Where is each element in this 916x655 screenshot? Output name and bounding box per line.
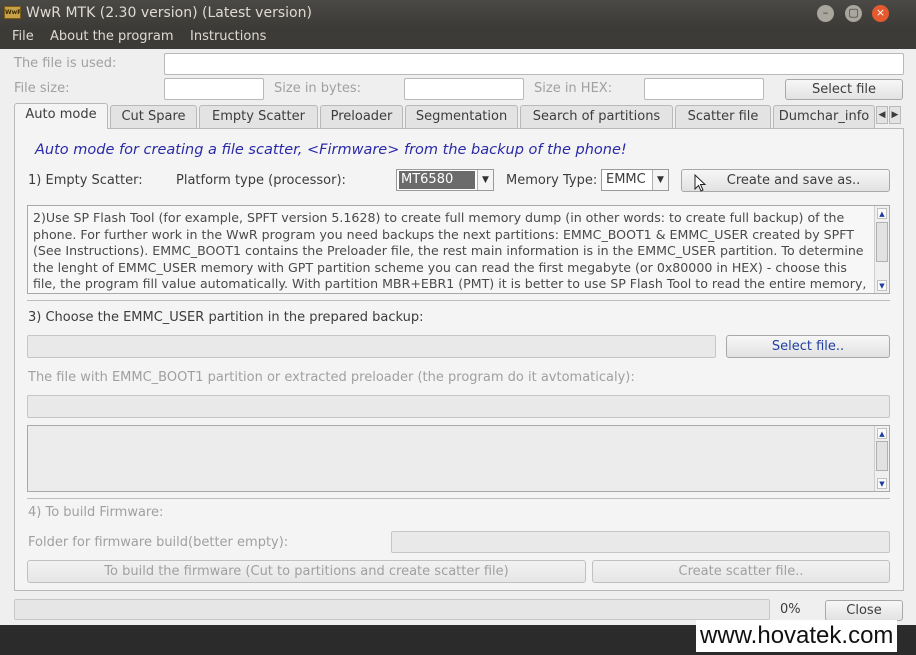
tab-search-partitions[interactable]: Search of partitions (520, 105, 673, 128)
log-scroll-down-icon[interactable]: ▼ (877, 478, 887, 489)
menu-instructions[interactable]: Instructions (190, 29, 266, 44)
scroll-up-icon[interactable]: ▲ (877, 208, 887, 219)
watermark-text: www.hovatek.com (696, 620, 898, 652)
scroll-thumb[interactable] (876, 222, 888, 262)
size-hex-field[interactable] (644, 78, 764, 100)
tab-scroll-left-icon[interactable]: ◀ (876, 106, 888, 124)
size-bytes-label: Size in bytes: (274, 81, 361, 96)
tab-dumchar-info[interactable]: Dumchar_info (773, 105, 875, 128)
menu-about[interactable]: About the program (50, 29, 174, 44)
tab-auto-mode[interactable]: Auto mode (14, 103, 108, 129)
progress-percent: 0% (780, 602, 801, 617)
tab-preloader[interactable]: Preloader (320, 105, 403, 128)
divider (27, 498, 890, 499)
step4-label: 4) To build Firmware: (28, 505, 164, 520)
log-scroll-up-icon[interactable]: ▲ (877, 428, 887, 439)
folder-label: Folder for firmware build(better empty): (28, 535, 289, 550)
folder-field[interactable] (391, 531, 890, 553)
memory-type-value: EMMC (606, 172, 646, 187)
tab-scatter-file[interactable]: Scatter file (675, 105, 771, 128)
auto-mode-heading: Auto mode for creating a file scatter, <… (35, 142, 627, 158)
memory-dropdown-icon: ▼ (652, 170, 668, 190)
menu-file[interactable]: File (12, 29, 34, 44)
progress-bar (14, 599, 770, 620)
memory-type-select[interactable]: EMMC ▼ (601, 169, 669, 191)
size-hex-label: Size in HEX: (534, 81, 613, 96)
platform-label: Platform type (processor): (176, 173, 346, 188)
divider (27, 300, 890, 301)
platform-select[interactable]: MT6580 ▼ (396, 169, 494, 191)
size-bytes-field[interactable] (404, 78, 524, 100)
instructions-textbox[interactable]: 2)Use SP Flash Tool (for example, SPFT v… (27, 205, 890, 294)
step1-label: 1) Empty Scatter: (28, 173, 143, 188)
tab-panel (14, 128, 904, 591)
memory-type-label: Memory Type: (506, 173, 598, 188)
platform-dropdown-icon: ▼ (477, 170, 493, 190)
minimize-button[interactable]: – (817, 5, 834, 22)
select-emmc-user-button[interactable]: Select file.. (726, 335, 890, 358)
scroll-down-icon[interactable]: ▼ (877, 280, 887, 291)
platform-value: MT6580 (399, 171, 475, 189)
close-button[interactable]: Close (825, 600, 903, 621)
maximize-button[interactable]: ▢ (845, 5, 862, 22)
tab-empty-scatter[interactable]: Empty Scatter (199, 105, 318, 128)
select-file-top-button[interactable]: Select file (785, 79, 903, 100)
file-size-label: File size: (14, 81, 70, 96)
log-textbox[interactable]: ▲ ▼ (27, 425, 890, 492)
window-title: WwR MTK (2.30 version) (Latest version) (26, 5, 312, 21)
tab-cut-spare[interactable]: Cut Spare (110, 105, 197, 128)
tab-segmentation[interactable]: Segmentation (405, 105, 518, 128)
create-save-button[interactable]: Create and save as.. (681, 169, 890, 192)
file-used-label: The file is used: (14, 56, 117, 71)
tab-scroll-right-icon[interactable]: ▶ (889, 106, 901, 124)
log-scroll-thumb[interactable] (876, 441, 888, 471)
emmc-user-path-field[interactable] (27, 335, 716, 358)
instructions-text: 2)Use SP Flash Tool (for example, SPFT v… (33, 210, 867, 293)
log-scrollbar[interactable]: ▲ ▼ (874, 426, 889, 491)
step3-label: 3) Choose the EMMC_USER partition in the… (28, 310, 424, 325)
boot1-path-field[interactable] (27, 395, 890, 418)
close-window-button[interactable]: × (872, 5, 889, 22)
file-size-field[interactable] (164, 78, 264, 100)
mouse-cursor-icon (694, 174, 707, 192)
build-firmware-button[interactable]: To build the firmware (Cut to partitions… (27, 560, 586, 583)
file-used-field[interactable] (164, 53, 904, 75)
create-scatter-button[interactable]: Create scatter file.. (592, 560, 890, 583)
app-logo-icon: WwR (4, 6, 21, 19)
boot1-label: The file with EMMC_BOOT1 partition or ex… (28, 370, 635, 385)
instructions-scrollbar[interactable]: ▲ ▼ (874, 206, 889, 293)
